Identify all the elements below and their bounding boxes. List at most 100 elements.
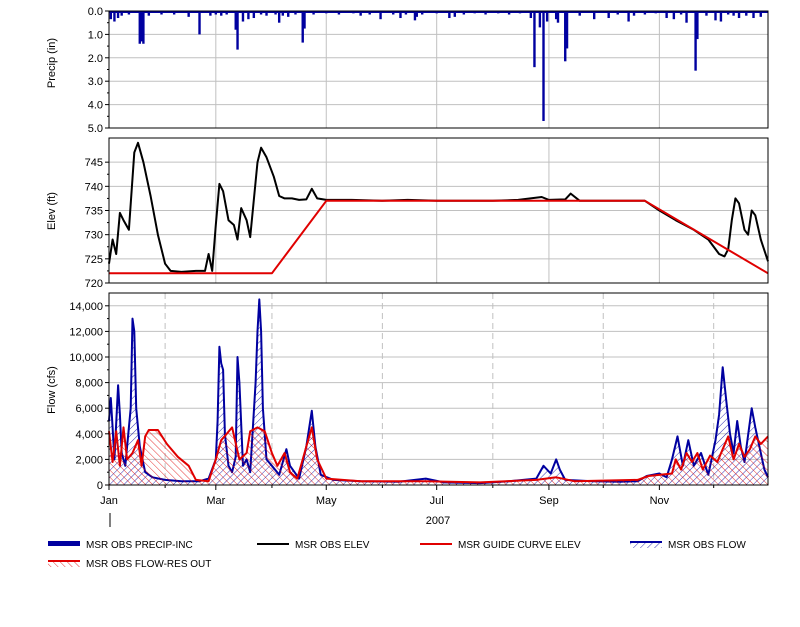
precip-bar [172,11,176,15]
elev-y-axis-label: Elev (ft) [46,192,58,230]
precip-bar [538,11,542,28]
precip-bar [462,11,466,15]
y-tick-label: 735 [85,206,103,218]
precip-bar [752,11,755,19]
precip-bar [696,11,699,40]
msr-obs-flow-area [109,299,768,485]
precip-bar [287,11,290,17]
precip-bar [679,11,683,15]
precip-bar [484,11,487,15]
y-tick-label: 5.0 [88,123,103,135]
precip-bar [745,11,748,16]
x-tick-label: Mar [206,495,225,507]
y-tick-label: 8,000 [75,378,103,390]
precip-bar [160,11,163,15]
y-tick-label: 3.0 [88,76,103,88]
hydrology-chart: 0.0 1.0 2.0 3.0 4.0 5.0 Precip (in) 720 725 730… [46,6,769,570]
precip-bar [294,11,297,15]
precip-bar [142,11,145,44]
flow-panel: 02,0004,0006,0008,00010,00012,00014,000 … [46,292,769,527]
precip-bar [209,11,212,16]
y-tick-label: 4,000 [75,429,103,441]
flow-y-axis-label: Flow (cfs) [46,366,58,414]
legend-item-msr-guide-curve-elev: MSR GUIDE CURVE ELEV [420,540,581,551]
precip-bar [113,11,116,22]
y-tick-label: 745 [85,157,103,169]
y-tick-label: 0.0 [88,6,103,18]
precip-bar [147,11,151,16]
precip-bar [127,11,131,15]
precip-bar [616,11,619,15]
y-tick-label: 2,000 [75,454,103,466]
precip-y-axis-label: Precip (in) [46,38,58,88]
legend-label: MSR OBS FLOW-RES OUT [86,559,211,570]
y-tick-label: 4.0 [88,100,103,112]
y-tick-label: 720 [85,278,103,290]
legend-label: MSR OBS PRECIP-INC [86,540,193,551]
legend-label: MSR GUIDE CURVE ELEV [458,540,581,551]
legend-item-msr-obs-flow-res-out: MSR OBS FLOW-RES OUT [48,559,211,570]
precip-bar [265,11,268,16]
precip-bar [672,11,676,20]
precip-bar [109,11,113,20]
precip-bar [281,11,285,16]
precip-bar [359,11,362,16]
precip-bar [116,11,120,19]
precip-bar [507,11,511,15]
legend-item-msr-obs-elev: MSR OBS ELEV [257,540,370,551]
precip-bar [726,11,730,15]
precip-bar [556,11,560,23]
precip-bar [643,11,647,15]
y-tick-label: 0 [97,480,103,492]
y-tick-label: 725 [85,254,103,266]
precip-bar [214,11,218,15]
y-tick-label: 740 [85,181,103,193]
precip-bar [665,11,668,19]
elevation-panel: 720 725 730 735 740 745 Elev (ft) [46,137,769,290]
precip-bar [448,11,451,19]
msr-obs-flow-res-out-area [109,427,768,485]
x-axis-year-label: 2007 [426,515,450,527]
precip-bar [578,11,581,16]
x-tick-label: Sep [539,495,559,507]
msr-guide-curve-elev-line [109,199,769,275]
x-tick-label: Jan [100,495,118,507]
precip-bar [187,11,190,17]
precip-bar [732,11,735,16]
legend-label: MSR OBS FLOW [668,540,746,551]
precip-bar [542,11,545,121]
msr-obs-flow-res-out-line [108,426,769,484]
precip-bar [198,11,201,35]
legend: MSR OBS PRECIP-INC MSR OBS ELEV MSR GUIDE … [48,540,746,570]
x-tick-label: Nov [650,495,670,507]
precip-bar [399,11,402,19]
x-tick-label: May [316,495,337,507]
legend-label: MSR OBS ELEV [295,540,370,551]
precip-bar [392,11,395,15]
precip-bar [368,11,371,15]
precip-bar [533,11,536,68]
precip-bar [241,11,245,22]
precip-bar [565,11,569,49]
precip-bar [277,11,281,23]
precip-bar [529,11,533,19]
precip-bar [379,11,382,20]
precip-bar [632,11,636,16]
precip-bar [236,11,239,50]
precip-panel: 0.0 1.0 2.0 3.0 4.0 5.0 Precip (in) [46,6,769,135]
precip-bar [421,11,424,15]
y-tick-label: 730 [85,230,103,242]
precip-bar [705,11,708,16]
precip-bar [759,11,762,17]
precip-bar [627,11,630,22]
precip-bar [453,11,456,17]
precip-bar [714,11,717,21]
legend-item-msr-obs-flow: MSR OBS FLOW [630,540,746,551]
precip-bar [404,11,408,15]
y-tick-label: 2.0 [88,53,103,65]
precip-bar [225,11,228,15]
precip-bar [220,11,223,16]
precip-bar [259,11,263,15]
msr-obs-flow-line [108,298,769,485]
precip-bar [545,11,549,22]
